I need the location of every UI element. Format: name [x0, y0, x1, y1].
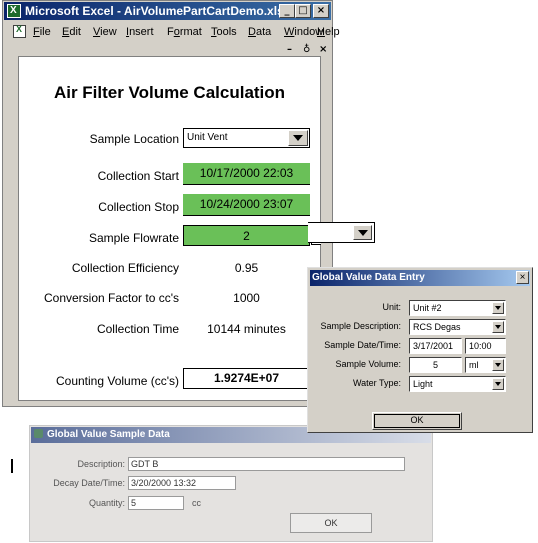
sample-description-select[interactable]: RCS Degas	[409, 319, 506, 335]
excel-app-icon[interactable]	[7, 2, 21, 20]
sample-data-ok-button[interactable]: OK	[290, 513, 372, 533]
sample-datetime-label: Sample Date/Time:	[324, 340, 401, 350]
sample-location-dropdown-arrow[interactable]	[288, 130, 308, 146]
excel-window: Microsoft Excel - AirVolumePartCartDemo.…	[2, 0, 340, 407]
close-button[interactable]: ×	[313, 4, 329, 18]
sample-description-label: Sample Description:	[320, 321, 401, 331]
menu-file[interactable]: File	[33, 26, 51, 38]
water-type-label: Water Type:	[352, 378, 401, 388]
counting-volume-value: 1.9274E+07	[183, 368, 310, 389]
volume-unit-dropdown-arrow[interactable]	[492, 359, 504, 371]
unit-value: Unit #2	[413, 303, 442, 313]
workbook-icon[interactable]	[13, 24, 26, 38]
workbook-restore-button[interactable]: ♁	[303, 44, 310, 55]
sample-volume-input[interactable]: 5	[409, 357, 462, 373]
sample-flowrate-label: Sample Flowrate	[88, 231, 179, 245]
volume-unit-value: ml	[469, 360, 479, 370]
collection-efficiency-label: Collection Efficiency	[71, 261, 179, 275]
menu-bar: File Edit View Insert Format Tools Data …	[4, 21, 340, 55]
collection-start-value[interactable]: 10/17/2000 22:03	[183, 163, 310, 185]
sample-time-input[interactable]: 10:00	[465, 338, 506, 354]
data-entry-title: Global Value Data Entry	[312, 272, 425, 283]
menu-insert[interactable]: Insert	[126, 26, 154, 38]
description-label: Description:	[77, 459, 125, 469]
data-entry-ok-button[interactable]: OK	[372, 412, 462, 430]
sheet-heading: Air Filter Volume Calculation	[53, 83, 286, 102]
counting-volume-label: Counting Volume (cc's)	[55, 374, 179, 388]
unit-label: Unit:	[382, 302, 401, 312]
menu-format[interactable]: Format	[167, 26, 202, 38]
sample-description-dropdown-arrow[interactable]	[492, 321, 504, 333]
conversion-factor-value: 1000	[233, 291, 260, 305]
worksheet[interactable]: Air Filter Volume Calculation Sample Loc…	[18, 56, 330, 401]
sample-volume-label: Sample Volume:	[335, 359, 401, 369]
flowrate-unit-dropdown-arrow[interactable]	[353, 225, 372, 240]
quantity-label: Quantity:	[88, 498, 125, 508]
volume-unit-select[interactable]: ml	[465, 357, 506, 373]
menu-help[interactable]: Help	[317, 26, 340, 38]
water-type-value: Light	[413, 379, 433, 389]
decay-datetime-input[interactable]: 3/20/2000 13:32	[128, 476, 236, 490]
data-entry-close-button[interactable]: ×	[516, 271, 529, 284]
sample-location-value: Unit Vent	[187, 132, 228, 143]
quantity-input[interactable]: 5	[128, 496, 184, 510]
unit-select[interactable]: Unit #2	[409, 300, 506, 316]
sample-description-value: RCS Degas	[413, 322, 461, 332]
menu-tools[interactable]: Tools	[211, 26, 237, 38]
decay-datetime-label: Decay Date/Time:	[53, 478, 125, 488]
unit-dropdown-arrow[interactable]	[492, 302, 504, 314]
collection-stop-label: Collection Stop	[98, 200, 179, 214]
excel-title: Microsoft Excel - AirVolumePartCartDemo.…	[25, 4, 284, 18]
sample-data-title: Global Value Sample Data	[47, 429, 170, 440]
workbook-minimize-button[interactable]: –	[287, 44, 292, 55]
maximize-button[interactable]: □	[295, 4, 311, 18]
menu-data[interactable]: Data	[248, 26, 271, 38]
minimize-button[interactable]: _	[279, 4, 295, 18]
sample-location-select[interactable]: Unit Vent	[183, 128, 310, 148]
sample-location-label: Sample Location	[89, 132, 179, 146]
sample-date-input[interactable]: 3/17/2001	[409, 338, 462, 354]
data-entry-title-bar[interactable]: Global Value Data Entry	[310, 270, 530, 286]
description-input[interactable]: GDT B	[128, 457, 405, 471]
global-sample-data-dialog: Global Value Sample Data Description: GD…	[29, 425, 433, 542]
collection-stop-value[interactable]: 10/24/2000 23:07	[183, 194, 310, 216]
global-value-data-entry-dialog: Global Value Data Entry × Unit: Unit #2 …	[307, 267, 533, 433]
collection-time-label: Collection Time	[96, 322, 179, 336]
menu-edit[interactable]: Edit	[62, 26, 81, 38]
quantity-unit: cc	[192, 498, 201, 508]
water-type-dropdown-arrow[interactable]	[492, 378, 504, 390]
sample-data-app-icon	[34, 429, 43, 438]
flowrate-unit-dropdown-body[interactable]	[308, 222, 375, 243]
sample-flowrate-value[interactable]: 2	[183, 225, 310, 246]
water-type-select[interactable]: Light	[409, 376, 506, 392]
text-cursor-mark	[11, 459, 13, 473]
menu-view[interactable]: View	[93, 26, 117, 38]
conversion-factor-label: Conversion Factor to cc's	[43, 291, 179, 305]
collection-time-value: 10144 minutes	[207, 322, 286, 336]
workbook-close-button[interactable]: ×	[319, 44, 327, 55]
excel-title-bar[interactable]: Microsoft Excel - AirVolumePartCartDemo.…	[4, 2, 331, 20]
collection-efficiency-value: 0.95	[234, 261, 259, 275]
collection-start-label: Collection Start	[97, 169, 179, 183]
